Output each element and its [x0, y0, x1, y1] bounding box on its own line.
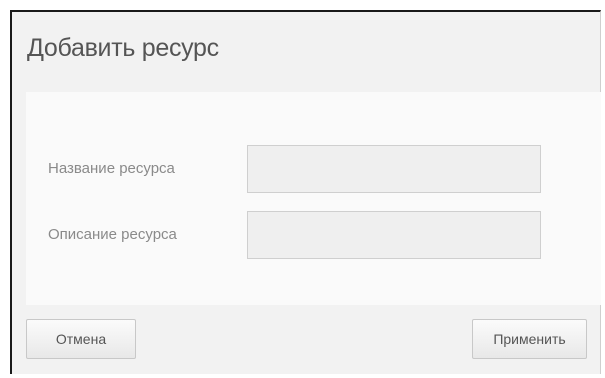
apply-button[interactable]: Применить — [472, 319, 587, 359]
resource-description-label: Описание ресурса — [48, 226, 177, 243]
form-panel: Название ресурса Описание ресурса — [26, 92, 601, 305]
resource-description-input[interactable] — [247, 211, 541, 259]
add-resource-dialog: Добавить ресурс Название ресурса Описани… — [10, 10, 601, 374]
resource-name-input[interactable] — [247, 145, 541, 193]
dialog-title: Добавить ресурс — [27, 34, 219, 62]
cancel-button[interactable]: Отмена — [26, 319, 136, 359]
resource-name-label: Название ресурса — [48, 160, 175, 177]
